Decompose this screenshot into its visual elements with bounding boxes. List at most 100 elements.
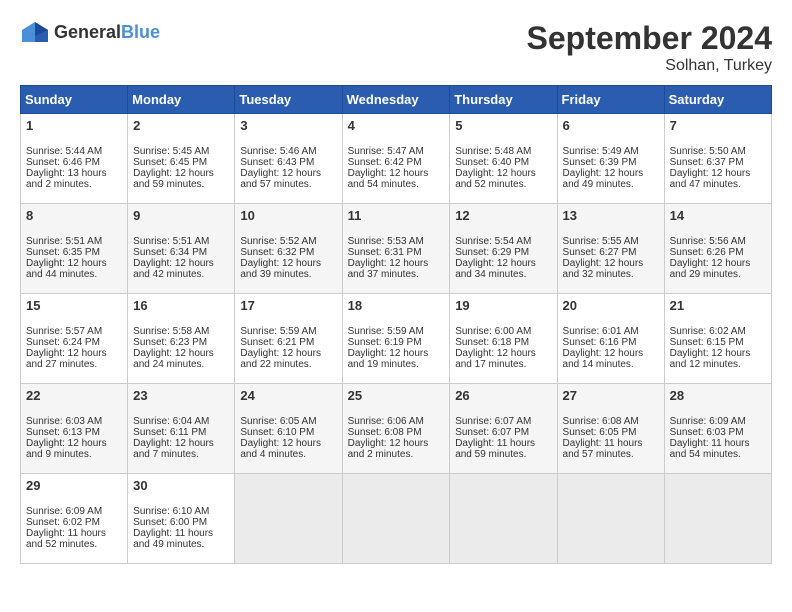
- sunrise-text: Sunrise: 5:57 AM: [26, 326, 102, 337]
- day-number: 17: [240, 298, 336, 313]
- sunset-text: Sunset: 6:34 PM: [133, 247, 207, 258]
- sunrise-text: Sunrise: 6:01 AM: [563, 326, 639, 337]
- day-number: 30: [133, 478, 229, 493]
- title-block: September 2024 Solhan, Turkey: [527, 20, 772, 75]
- day-number: 19: [455, 298, 551, 313]
- col-saturday: Saturday: [664, 86, 771, 114]
- daylight-text: Daylight: 12 hours and 32 minutes.: [563, 258, 644, 280]
- day-cell-20: 20 Sunrise: 6:01 AMSunset: 6:16 PMDayligh…: [557, 294, 664, 384]
- sunrise-text: Sunrise: 5:45 AM: [133, 146, 209, 157]
- sunrise-text: Sunrise: 5:44 AM: [26, 146, 102, 157]
- col-thursday: Thursday: [450, 86, 557, 114]
- day-cell-10: 10Sunrise: 5:52 AMSunset: 6:32 PMDayligh…: [235, 204, 342, 294]
- col-sunday: Sunday: [21, 86, 128, 114]
- day-cell-2: 2Sunrise: 5:45 AMSunset: 6:45 PMDaylight…: [128, 114, 235, 204]
- day-cell-4: 4Sunrise: 5:47 AMSunset: 6:42 PMDaylight…: [342, 114, 450, 204]
- sunset-text: Sunset: 6:35 PM: [26, 247, 100, 258]
- sunset-text: Sunset: 6:03 PM: [670, 427, 744, 438]
- day-number: 21: [670, 298, 766, 313]
- sunrise-text: Sunrise: 5:53 AM: [348, 236, 424, 247]
- calendar-table: Sunday Monday Tuesday Wednesday Thursday…: [20, 85, 772, 564]
- day-cell-28: 28Sunrise: 6:09 AMSunset: 6:03 PMDayligh…: [664, 384, 771, 474]
- location: Solhan, Turkey: [527, 57, 772, 75]
- daylight-text: Daylight: 12 hours and 42 minutes.: [133, 258, 214, 280]
- sunrise-text: Sunrise: 6:07 AM: [455, 416, 531, 427]
- daylight-text: Daylight: 12 hours and 34 minutes.: [455, 258, 536, 280]
- daylight-text: Daylight: 12 hours and 29 minutes.: [670, 258, 751, 280]
- sunset-text: Sunset: 6:16 PM: [563, 337, 637, 348]
- logo-general: General: [54, 22, 121, 42]
- sunrise-text: Sunrise: 6:10 AM: [133, 506, 209, 517]
- empty-cell: [235, 474, 342, 564]
- daylight-text: Daylight: 12 hours and 22 minutes.: [240, 348, 321, 370]
- calendar-week-3: 15Sunrise: 5:57 AMSunset: 6:24 PMDayligh…: [21, 294, 772, 384]
- daylight-text: Daylight: 13 hours and 2 minutes.: [26, 168, 107, 190]
- sunset-text: Sunset: 6:26 PM: [670, 247, 744, 258]
- logo-text: GeneralBlue: [54, 22, 160, 43]
- empty-cell: [557, 474, 664, 564]
- day-cell-25: 25Sunrise: 6:06 AMSunset: 6:08 PMDayligh…: [342, 384, 450, 474]
- daylight-text: Daylight: 12 hours and 47 minutes.: [670, 168, 751, 190]
- daylight-text: Daylight: 12 hours and 39 minutes.: [240, 258, 321, 280]
- day-cell-17: 17 Sunrise: 5:59 AMSunset: 6:21 PMDayligh…: [235, 294, 342, 384]
- daylight-text: Daylight: 12 hours and 14 minutes.: [563, 348, 644, 370]
- sunrise-text: Sunrise: 6:02 AM: [670, 326, 746, 337]
- daylight-text: Daylight: 12 hours and 59 minutes.: [133, 168, 214, 190]
- sunrise-text: Sunrise: 5:51 AM: [133, 236, 209, 247]
- day-number: 29: [26, 478, 122, 493]
- day-number: 6: [563, 118, 659, 133]
- day-number: 27: [563, 388, 659, 403]
- day-number: 20: [563, 298, 659, 313]
- day-cell-22: 22Sunrise: 6:03 AMSunset: 6:13 PMDayligh…: [21, 384, 128, 474]
- day-number: 23: [133, 388, 229, 403]
- day-cell-6: 6Sunrise: 5:49 AMSunset: 6:39 PMDaylight…: [557, 114, 664, 204]
- sunset-text: Sunset: 6:11 PM: [133, 427, 206, 438]
- sunrise-text: Sunrise: 5:49 AM: [563, 146, 639, 157]
- sunset-text: Sunset: 6:43 PM: [240, 157, 314, 168]
- day-cell-23: 23 Sunrise: 6:04 AMSunset: 6:11 PMDayligh…: [128, 384, 235, 474]
- sunrise-text: Sunrise: 5:50 AM: [670, 146, 746, 157]
- sunset-text: Sunset: 6:21 PM: [240, 337, 314, 348]
- sunrise-text: Sunrise: 6:04 AM: [133, 416, 209, 427]
- sunrise-text: Sunrise: 6:06 AM: [348, 416, 424, 427]
- page-header: GeneralBlue September 2024 Solhan, Turke…: [20, 20, 772, 75]
- sunset-text: Sunset: 6:10 PM: [240, 427, 314, 438]
- empty-cell: [450, 474, 557, 564]
- day-number: 7: [670, 118, 766, 133]
- daylight-text: Daylight: 12 hours and 4 minutes.: [240, 438, 321, 460]
- day-number: 11: [348, 208, 445, 223]
- day-cell-16: 16Sunrise: 5:58 AMSunset: 6:23 PMDayligh…: [128, 294, 235, 384]
- month-title: September 2024: [527, 20, 772, 57]
- day-cell-24: 24 Sunrise: 6:05 AMSunset: 6:10 PMDayligh…: [235, 384, 342, 474]
- day-number: 5: [455, 118, 551, 133]
- logo-icon: [20, 20, 50, 44]
- day-cell-7: 7Sunrise: 5:50 AMSunset: 6:37 PMDaylight…: [664, 114, 771, 204]
- calendar-week-5: 29Sunrise: 6:09 AMSunset: 6:02 PMDayligh…: [21, 474, 772, 564]
- sunrise-text: Sunrise: 5:59 AM: [240, 326, 316, 337]
- daylight-text: Daylight: 12 hours and 52 minutes.: [455, 168, 536, 190]
- daylight-text: Daylight: 12 hours and 57 minutes.: [240, 168, 321, 190]
- sunset-text: Sunset: 6:40 PM: [455, 157, 529, 168]
- sunset-text: Sunset: 6:46 PM: [26, 157, 100, 168]
- empty-cell: [664, 474, 771, 564]
- daylight-text: Daylight: 12 hours and 7 minutes.: [133, 438, 214, 460]
- sunset-text: Sunset: 6:15 PM: [670, 337, 744, 348]
- day-number: 22: [26, 388, 122, 403]
- sunrise-text: Sunrise: 5:55 AM: [563, 236, 639, 247]
- day-number: 16: [133, 298, 229, 313]
- sunset-text: Sunset: 6:00 PM: [133, 517, 207, 528]
- daylight-text: Daylight: 12 hours and 44 minutes.: [26, 258, 107, 280]
- sunset-text: Sunset: 6:42 PM: [348, 157, 422, 168]
- sunrise-text: Sunrise: 5:51 AM: [26, 236, 102, 247]
- day-cell-18: 18Sunrise: 5:59 AMSunset: 6:19 PMDayligh…: [342, 294, 450, 384]
- daylight-text: Daylight: 12 hours and 2 minutes.: [348, 438, 429, 460]
- col-friday: Friday: [557, 86, 664, 114]
- day-number: 13: [563, 208, 659, 223]
- sunrise-text: Sunrise: 5:54 AM: [455, 236, 531, 247]
- sunrise-text: Sunrise: 6:09 AM: [26, 506, 102, 517]
- day-number: 24: [240, 388, 336, 403]
- col-tuesday: Tuesday: [235, 86, 342, 114]
- day-cell-8: 8Sunrise: 5:51 AMSunset: 6:35 PMDaylight…: [21, 204, 128, 294]
- sunrise-text: Sunrise: 6:05 AM: [240, 416, 316, 427]
- sunrise-text: Sunrise: 5:46 AM: [240, 146, 316, 157]
